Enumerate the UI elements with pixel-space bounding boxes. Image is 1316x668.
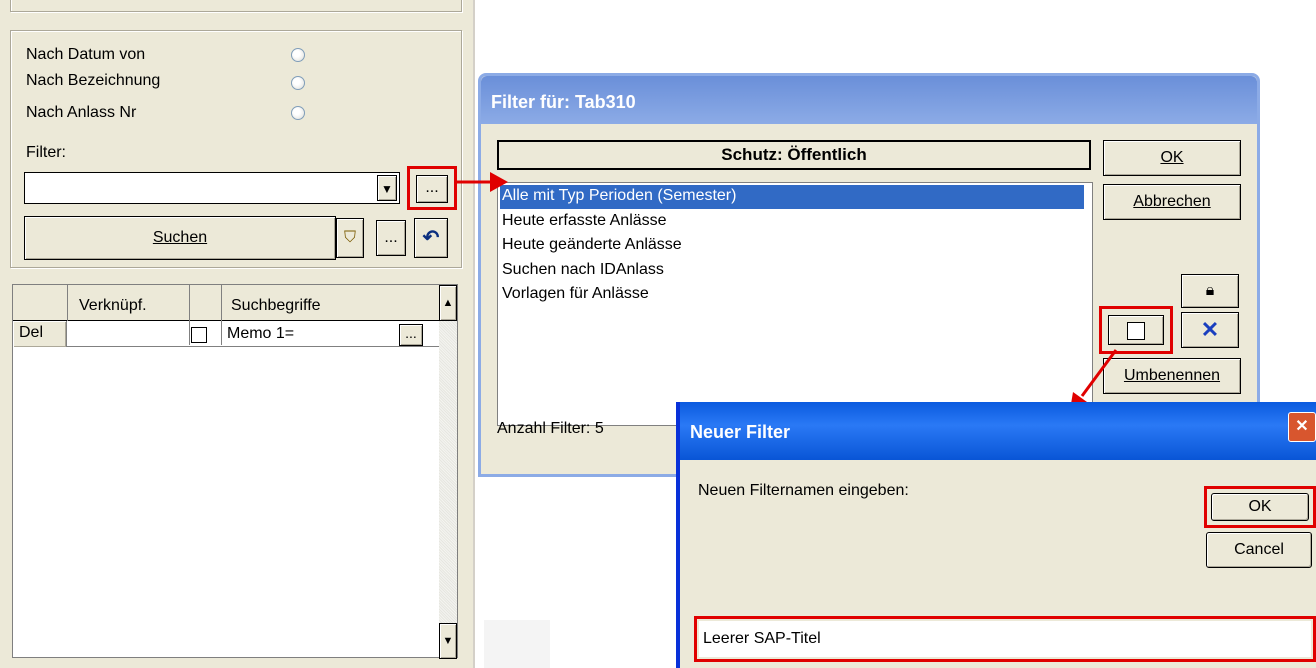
new-filter-titlebar: Neuer Filter ✕ <box>680 402 1316 460</box>
filter-name-input[interactable] <box>699 621 1311 657</box>
ok-highlight: OK <box>1204 486 1316 528</box>
close-icon[interactable]: ✕ <box>1288 412 1316 442</box>
new-filter-cancel-button[interactable]: Cancel <box>1206 532 1312 568</box>
arrow-line <box>1080 349 1118 397</box>
new-filter-title: Neuer Filter <box>690 422 791 442</box>
new-filter-dialog: Neuer Filter ✕ Neuen Filternamen eingebe… <box>676 402 1316 668</box>
filter-name-highlight <box>694 616 1316 662</box>
background-fragment <box>484 620 550 668</box>
new-filter-ok-button[interactable]: OK <box>1211 493 1309 521</box>
arrow-head <box>490 172 508 192</box>
new-filter-prompt: Neuen Filternamen eingeben: <box>698 482 909 499</box>
